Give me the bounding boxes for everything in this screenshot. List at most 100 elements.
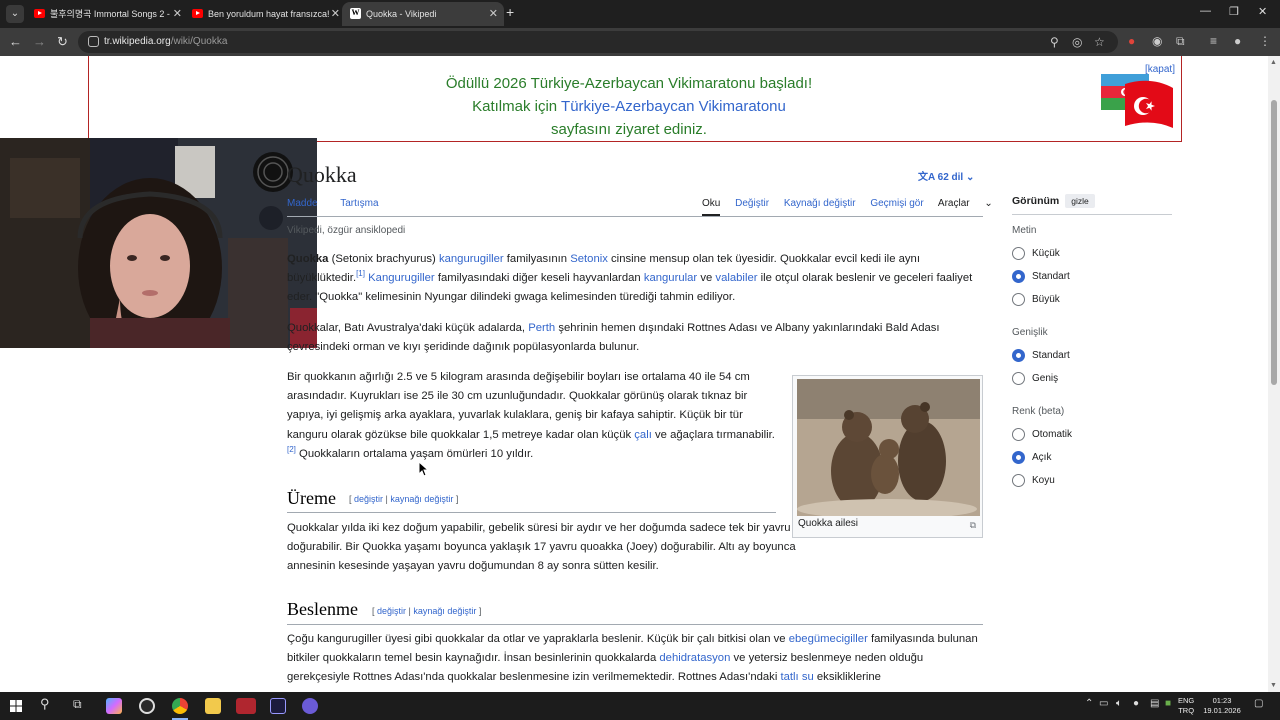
clock[interactable]: 01:23 19.01.2026: [1202, 696, 1242, 716]
bookmark-star-icon[interactable]: ☆: [1094, 35, 1105, 49]
edit-source-link[interactable]: kaynağı değiştir: [390, 494, 453, 504]
tab-article[interactable]: Madde: [287, 198, 318, 209]
zoom-icon[interactable]: ⚲: [1050, 35, 1059, 49]
chrome-icon[interactable]: [172, 698, 188, 714]
vikimaraton-link[interactable]: Türkiye-Azerbaycan Vikimaratonu: [561, 98, 786, 115]
eye-off-icon[interactable]: ◎: [1072, 35, 1082, 49]
enlarge-icon[interactable]: ⧉: [970, 520, 976, 531]
search-icon[interactable]: ⚲: [40, 696, 50, 712]
tab-edit[interactable]: Değiştir: [735, 198, 769, 209]
tab-search-icon[interactable]: ⌄: [6, 5, 24, 23]
reference-2[interactable]: [2]: [287, 445, 296, 454]
windows-start-icon[interactable]: [10, 700, 22, 712]
tab-history[interactable]: Geçmişi gör: [870, 198, 923, 209]
hide-appearance-button[interactable]: gizle: [1065, 194, 1095, 208]
reload-icon[interactable]: ↻: [57, 34, 68, 50]
quokka-family-image[interactable]: [797, 379, 980, 516]
radio-icon[interactable]: [1012, 247, 1025, 260]
edit-link[interactable]: değiştir: [354, 494, 383, 504]
text-size-option-small[interactable]: Küçük: [1012, 247, 1172, 271]
color-option-light[interactable]: Açık: [1012, 451, 1172, 475]
extensions-puzzle-icon[interactable]: ⧉: [1176, 34, 1185, 49]
forward-icon[interactable]: →: [33, 34, 46, 50]
radio-checked-icon[interactable]: [1012, 270, 1025, 283]
close-tab-icon[interactable]: ✕: [173, 2, 182, 26]
link-ebegumecigiller[interactable]: ebegümecigiller: [789, 633, 868, 645]
scroll-thumb[interactable]: [1271, 100, 1277, 385]
tab-edit-source[interactable]: Kaynağı değiştir: [784, 198, 856, 209]
tray-overflow-icon[interactable]: ⌃: [1085, 698, 1093, 709]
premiere-pro-icon[interactable]: [270, 698, 286, 714]
video-editor-icon[interactable]: [236, 698, 256, 714]
minimize-icon[interactable]: —: [1200, 5, 1211, 17]
tab-talk[interactable]: Tartışma: [340, 198, 378, 209]
link-setonix[interactable]: Setonix: [570, 253, 608, 265]
scroll-down-icon[interactable]: ▼: [1270, 682, 1277, 689]
scroll-up-icon[interactable]: ▲: [1270, 59, 1277, 66]
url-text[interactable]: tr.wikipedia.org/wiki/Quokka: [104, 36, 227, 47]
task-view-icon[interactable]: ⧉: [73, 697, 82, 712]
restore-icon[interactable]: ❐: [1229, 5, 1239, 18]
color-option-auto[interactable]: Otomatik: [1012, 428, 1172, 452]
tab-title: Ben yoruldum hayat fransızca!: [208, 9, 330, 19]
page-scrollbar[interactable]: ▲ ▼: [1268, 56, 1280, 692]
new-tab-icon[interactable]: +: [506, 4, 514, 20]
obs-icon[interactable]: [139, 698, 155, 714]
browser-menu-icon[interactable]: ⋮: [1259, 34, 1271, 48]
link-kangurugiller[interactable]: kangurugiller: [439, 253, 504, 265]
link-cali[interactable]: çalı: [634, 429, 652, 441]
notifications-icon[interactable]: ▢: [1254, 698, 1263, 709]
color-option-dark[interactable]: Koyu: [1012, 474, 1172, 498]
section-divider: [287, 624, 983, 625]
extension-red-icon[interactable]: ●: [1128, 34, 1135, 48]
tab-immortal-songs[interactable]: 불후의명곡 Immortal Songs 2 - ✕: [26, 2, 188, 26]
file-explorer-icon[interactable]: [205, 698, 221, 714]
input-language[interactable]: ENG TRQ: [1178, 696, 1194, 716]
link-perth[interactable]: Perth: [528, 322, 555, 334]
radio-icon[interactable]: [1012, 293, 1025, 306]
youtube-icon: [192, 9, 203, 18]
page-title: Quokka: [287, 162, 357, 187]
tray-app-icon[interactable]: ▭: [1099, 698, 1108, 709]
close-window-icon[interactable]: ✕: [1258, 5, 1267, 18]
edit-source-link[interactable]: kaynağı değiştir: [413, 606, 476, 616]
tab-quokka-vikipedi[interactable]: W Quokka - Vikipedi ✕: [342, 2, 504, 26]
text-size-option-standard[interactable]: Standart: [1012, 270, 1172, 294]
radio-icon[interactable]: [1012, 428, 1025, 441]
width-option-wide[interactable]: Geniş: [1012, 372, 1172, 396]
close-tab-icon[interactable]: ✕: [331, 2, 340, 26]
tools-menu[interactable]: Araçlar ⌄: [938, 198, 993, 209]
link-dehidratasyon[interactable]: dehidratasyon: [659, 652, 730, 664]
link-kangurular[interactable]: kangurular: [644, 272, 697, 284]
appearance-title: Görünüm: [1012, 195, 1060, 207]
radio-icon[interactable]: [1012, 474, 1025, 487]
extension-circle-icon[interactable]: ◉: [1152, 34, 1162, 48]
radio-icon[interactable]: [1012, 372, 1025, 385]
tab-read[interactable]: Oku: [702, 198, 721, 216]
close-tab-icon[interactable]: ✕: [489, 2, 498, 26]
tab-ben-yoruldum[interactable]: Ben yoruldum hayat fransızca! ✕: [184, 2, 346, 26]
section-heading-beslenme: Beslenme: [287, 599, 358, 619]
text-size-option-large[interactable]: Büyük: [1012, 293, 1172, 317]
address-bar[interactable]: tr.wikipedia.org/wiki/Quokka ⚲ ◎ ☆: [78, 31, 1118, 53]
width-option-standard[interactable]: Standart: [1012, 349, 1172, 373]
link-kangurugiller-2[interactable]: Kangurugiller: [368, 272, 435, 284]
reference-1[interactable]: [1]: [356, 269, 365, 278]
radio-checked-icon[interactable]: [1012, 349, 1025, 362]
copilot-icon[interactable]: [106, 698, 122, 714]
site-info-icon[interactable]: [88, 36, 99, 47]
profile-avatar-icon[interactable]: ●: [1234, 34, 1241, 48]
volume-icon[interactable]: 🔈︎: [1116, 698, 1122, 709]
edit-link[interactable]: değiştir: [377, 606, 406, 616]
network-icon[interactable]: ▤: [1150, 698, 1159, 709]
link-tatli-su[interactable]: tatlı su: [780, 671, 813, 683]
radio-checked-icon[interactable]: [1012, 451, 1025, 464]
webcam-person-image: [0, 138, 317, 348]
back-icon[interactable]: ←: [9, 34, 22, 50]
nvidia-icon[interactable]: ■: [1165, 698, 1171, 709]
language-selector[interactable]: 文A 62 dil ⌄: [918, 168, 974, 183]
app-icon[interactable]: [302, 698, 318, 714]
link-valabiler[interactable]: valabiler: [715, 272, 757, 284]
media-control-icon[interactable]: ≡: [1210, 34, 1217, 48]
microphone-icon[interactable]: ●: [1133, 698, 1139, 709]
